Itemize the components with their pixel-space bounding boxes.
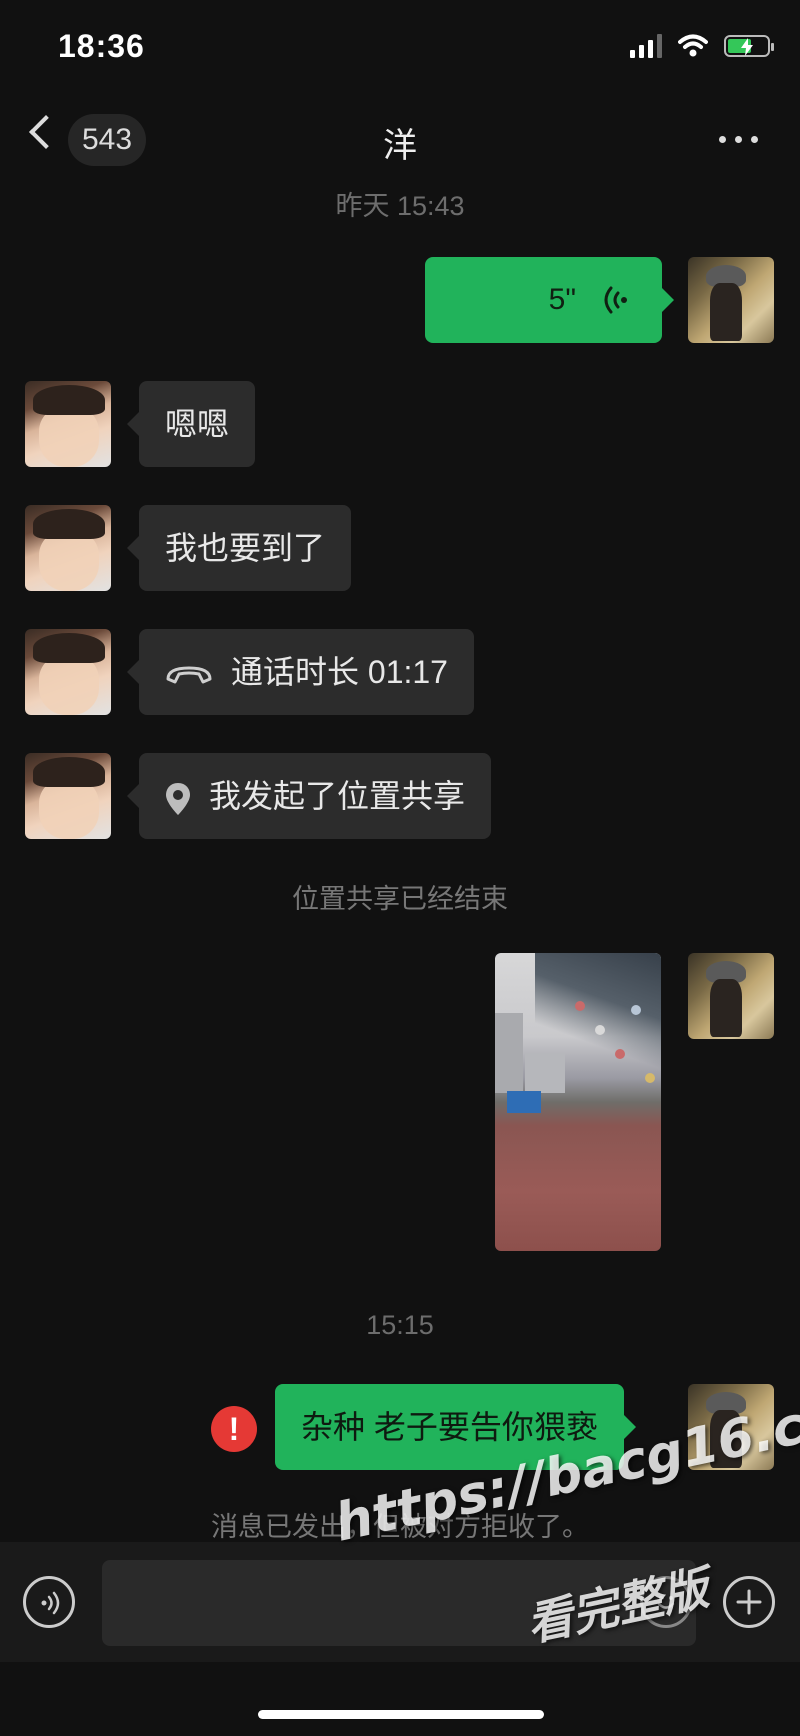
timestamp: 15:15 [366,1310,434,1340]
cellular-signal-icon [630,34,662,58]
timestamp: 昨天 15:43 [335,191,465,221]
message-bubble-incoming[interactable]: 嗯嗯 [126,381,256,467]
message-bubble-incoming[interactable]: 我也要到了 [126,505,352,591]
voice-wave-icon [604,286,627,314]
add-attachment-button[interactable] [723,1576,775,1628]
contact-avatar[interactable] [25,505,111,591]
message-bubble-outgoing[interactable]: 杂种 老子要告你猥亵 [275,1384,636,1470]
my-avatar[interactable] [688,953,774,1039]
message-input[interactable] [102,1560,696,1646]
more-options-icon[interactable] [719,136,758,143]
status-icons [630,34,774,58]
status-bar: 18:36 [0,0,800,100]
call-duration-text: 通话时长 01:17 [231,654,448,690]
phone-hangup-icon [166,666,212,684]
contact-avatar[interactable] [25,629,111,715]
my-avatar[interactable] [688,257,774,343]
chat-title: 洋 [383,127,417,165]
contact-avatar[interactable] [25,753,111,839]
emoji-icon [657,1596,675,1609]
home-indicator[interactable] [258,1710,544,1719]
voice-wave-icon [41,1591,60,1615]
battery-icon [724,35,774,57]
system-notice: 位置共享已经结束 [292,884,508,914]
call-record-bubble[interactable]: 通话时长 01:17 [127,629,474,715]
emoji-button[interactable] [640,1576,692,1628]
photo-message[interactable] [495,953,661,1251]
status-time: 18:36 [58,28,145,64]
plus-icon [736,1589,762,1615]
rejected-notice: 消息已发出，但被对方拒收了。 [211,1512,589,1542]
location-share-bubble[interactable]: 我发起了位置共享 [126,753,492,839]
voice-duration: 5" [548,283,576,316]
voice-message-bubble[interactable]: 5" [425,257,674,343]
charging-bolt-icon [741,38,753,56]
contact-avatar[interactable] [25,381,111,467]
send-failed-icon[interactable]: ! [211,1406,257,1452]
location-share-text: 我发起了位置共享 [209,778,466,814]
my-avatar[interactable] [688,1384,774,1470]
location-pin-icon [166,782,190,815]
voice-input-button[interactable] [23,1576,75,1628]
wifi-icon [678,34,708,57]
